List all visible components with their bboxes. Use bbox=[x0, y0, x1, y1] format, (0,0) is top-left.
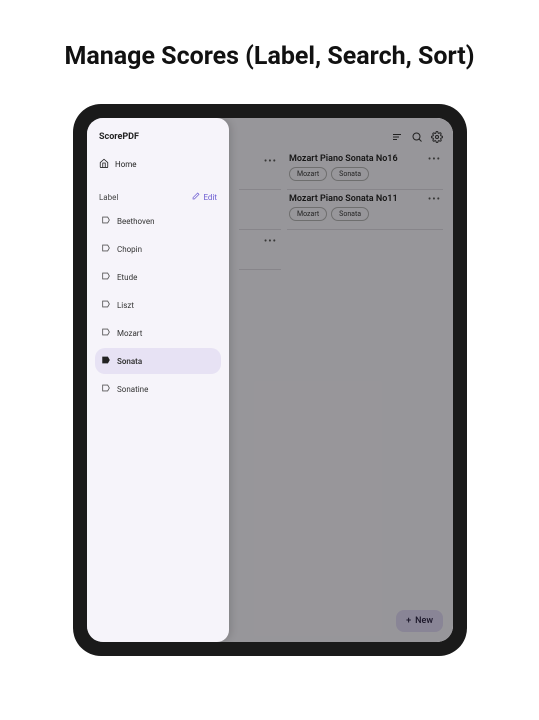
label-icon bbox=[101, 327, 111, 339]
sidebar: ScorePDF Home Label Edit Beethoven Chopin… bbox=[87, 118, 229, 642]
edit-label-text: Edit bbox=[203, 193, 217, 202]
sidebar-label-item[interactable]: Mozart bbox=[95, 320, 221, 346]
sidebar-label-text: Beethoven bbox=[117, 217, 154, 226]
sidebar-home-label: Home bbox=[115, 160, 137, 169]
sidebar-label-item[interactable]: Liszt bbox=[95, 292, 221, 318]
label-icon bbox=[101, 299, 111, 311]
label-icon bbox=[101, 383, 111, 395]
edit-labels-button[interactable]: Edit bbox=[192, 192, 217, 202]
sidebar-label-text: Mozart bbox=[117, 329, 142, 338]
sidebar-section-label: Label bbox=[99, 193, 118, 202]
sidebar-label-item[interactable]: Chopin bbox=[95, 236, 221, 262]
sidebar-section-header: Label Edit bbox=[95, 176, 221, 208]
sidebar-label-text: Sonata bbox=[117, 357, 142, 366]
page-title: Manage Scores (Label, Search, Sort) bbox=[0, 42, 539, 71]
tablet-frame: ••• ••• Mozart Piano Sonata No16MozartSo… bbox=[73, 104, 467, 656]
sidebar-label-item[interactable]: Sonatine bbox=[95, 376, 221, 402]
sidebar-label-item[interactable]: Beethoven bbox=[95, 208, 221, 234]
sidebar-label-text: Liszt bbox=[117, 301, 134, 310]
label-list: Beethoven Chopin Etude Liszt Mozart Sonata Son… bbox=[95, 208, 221, 402]
sidebar-label-text: Chopin bbox=[117, 245, 142, 254]
sidebar-label-text: Sonatine bbox=[117, 385, 148, 394]
pencil-icon bbox=[192, 192, 200, 202]
label-icon bbox=[101, 271, 111, 283]
label-icon bbox=[101, 355, 111, 367]
sidebar-label-text: Etude bbox=[117, 273, 137, 282]
home-icon bbox=[99, 158, 109, 170]
app-name: ScorePDF bbox=[95, 128, 221, 152]
sidebar-label-item[interactable]: Sonata bbox=[95, 348, 221, 374]
sidebar-home[interactable]: Home bbox=[95, 152, 221, 176]
label-icon bbox=[101, 215, 111, 227]
label-icon bbox=[101, 243, 111, 255]
sidebar-label-item[interactable]: Etude bbox=[95, 264, 221, 290]
app-screen: ••• ••• Mozart Piano Sonata No16MozartSo… bbox=[87, 118, 453, 642]
